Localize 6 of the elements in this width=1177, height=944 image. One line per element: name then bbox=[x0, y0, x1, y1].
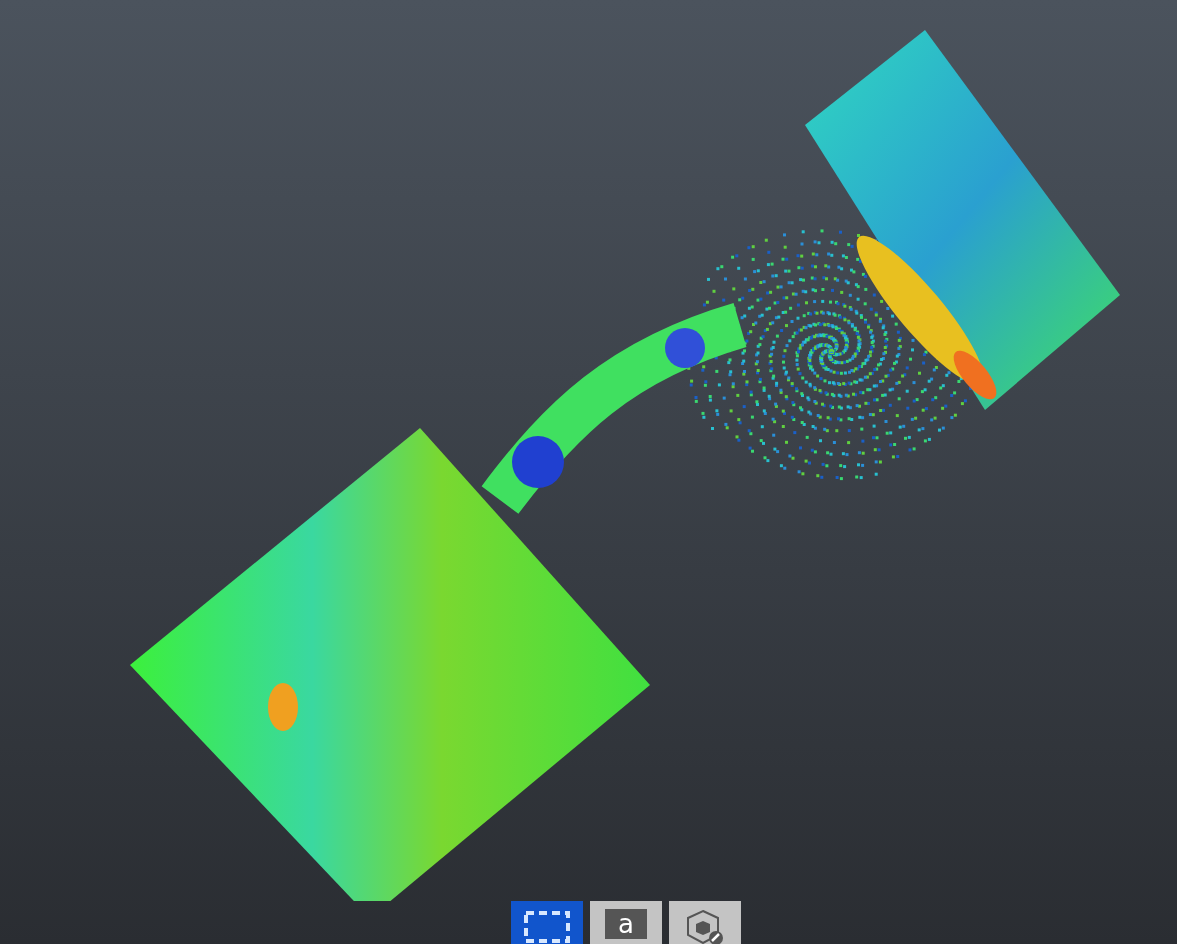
cube-pencil-icon bbox=[685, 909, 725, 944]
speech-bubble-icon: a bbox=[605, 909, 647, 939]
dashed-rectangle-icon bbox=[524, 909, 570, 943]
select-box-button[interactable] bbox=[511, 901, 583, 944]
volume-edit-button[interactable] bbox=[669, 901, 741, 944]
annotation-button[interactable]: a bbox=[590, 901, 662, 944]
